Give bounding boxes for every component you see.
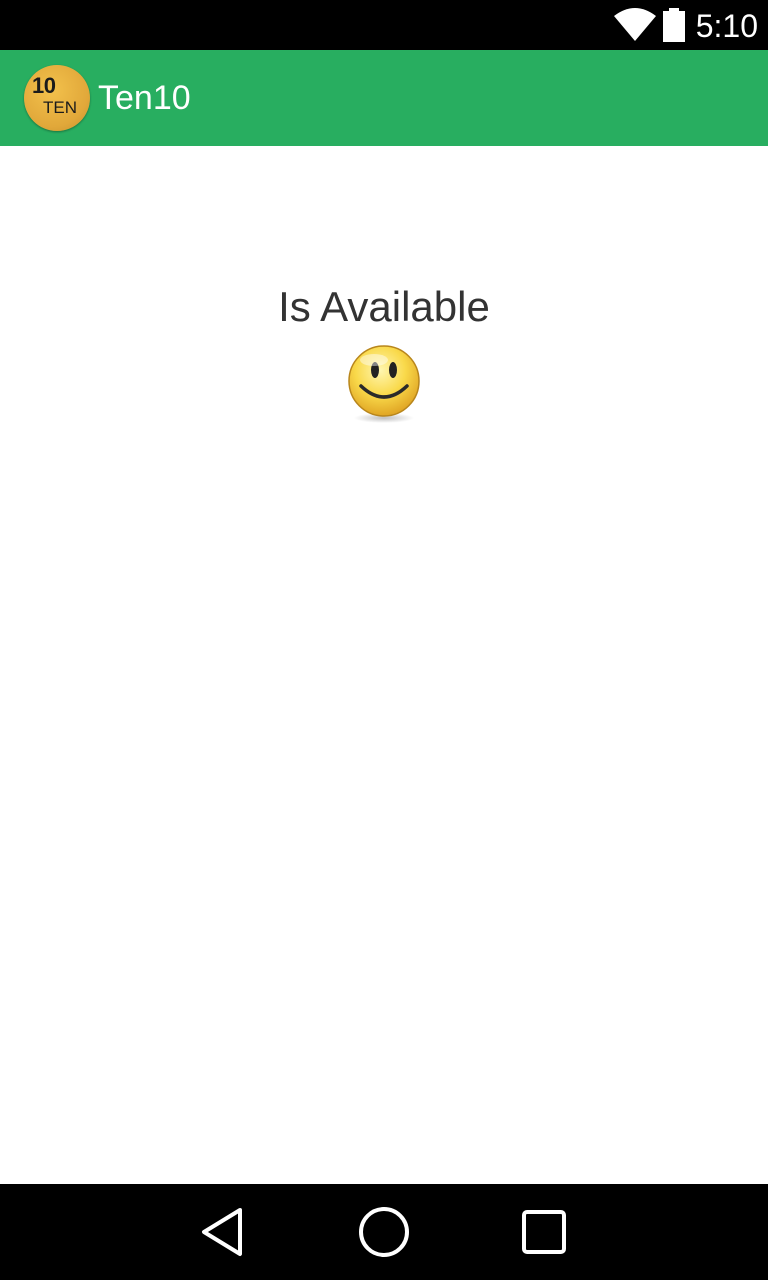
- wifi-icon: [614, 8, 656, 41]
- recents-icon[interactable]: [516, 1204, 572, 1260]
- app-logo[interactable]: 10 TEN: [24, 65, 90, 131]
- app-logo-number: 10: [32, 73, 56, 98]
- main-content: Is Available: [0, 146, 768, 1184]
- smiley-face-icon: [348, 345, 420, 423]
- navigation-bar: [0, 1184, 768, 1280]
- back-icon[interactable]: [196, 1204, 252, 1260]
- app-title: Ten10: [98, 79, 191, 117]
- battery-icon: [663, 8, 685, 42]
- app-bar: 10 TEN Ten10: [0, 50, 768, 146]
- status-clock: 5:10: [695, 8, 758, 44]
- home-icon[interactable]: [356, 1204, 412, 1260]
- status-bar: 5:10: [0, 0, 768, 50]
- app-logo-word: TEN: [43, 98, 77, 117]
- availability-text: Is Available: [278, 283, 490, 330]
